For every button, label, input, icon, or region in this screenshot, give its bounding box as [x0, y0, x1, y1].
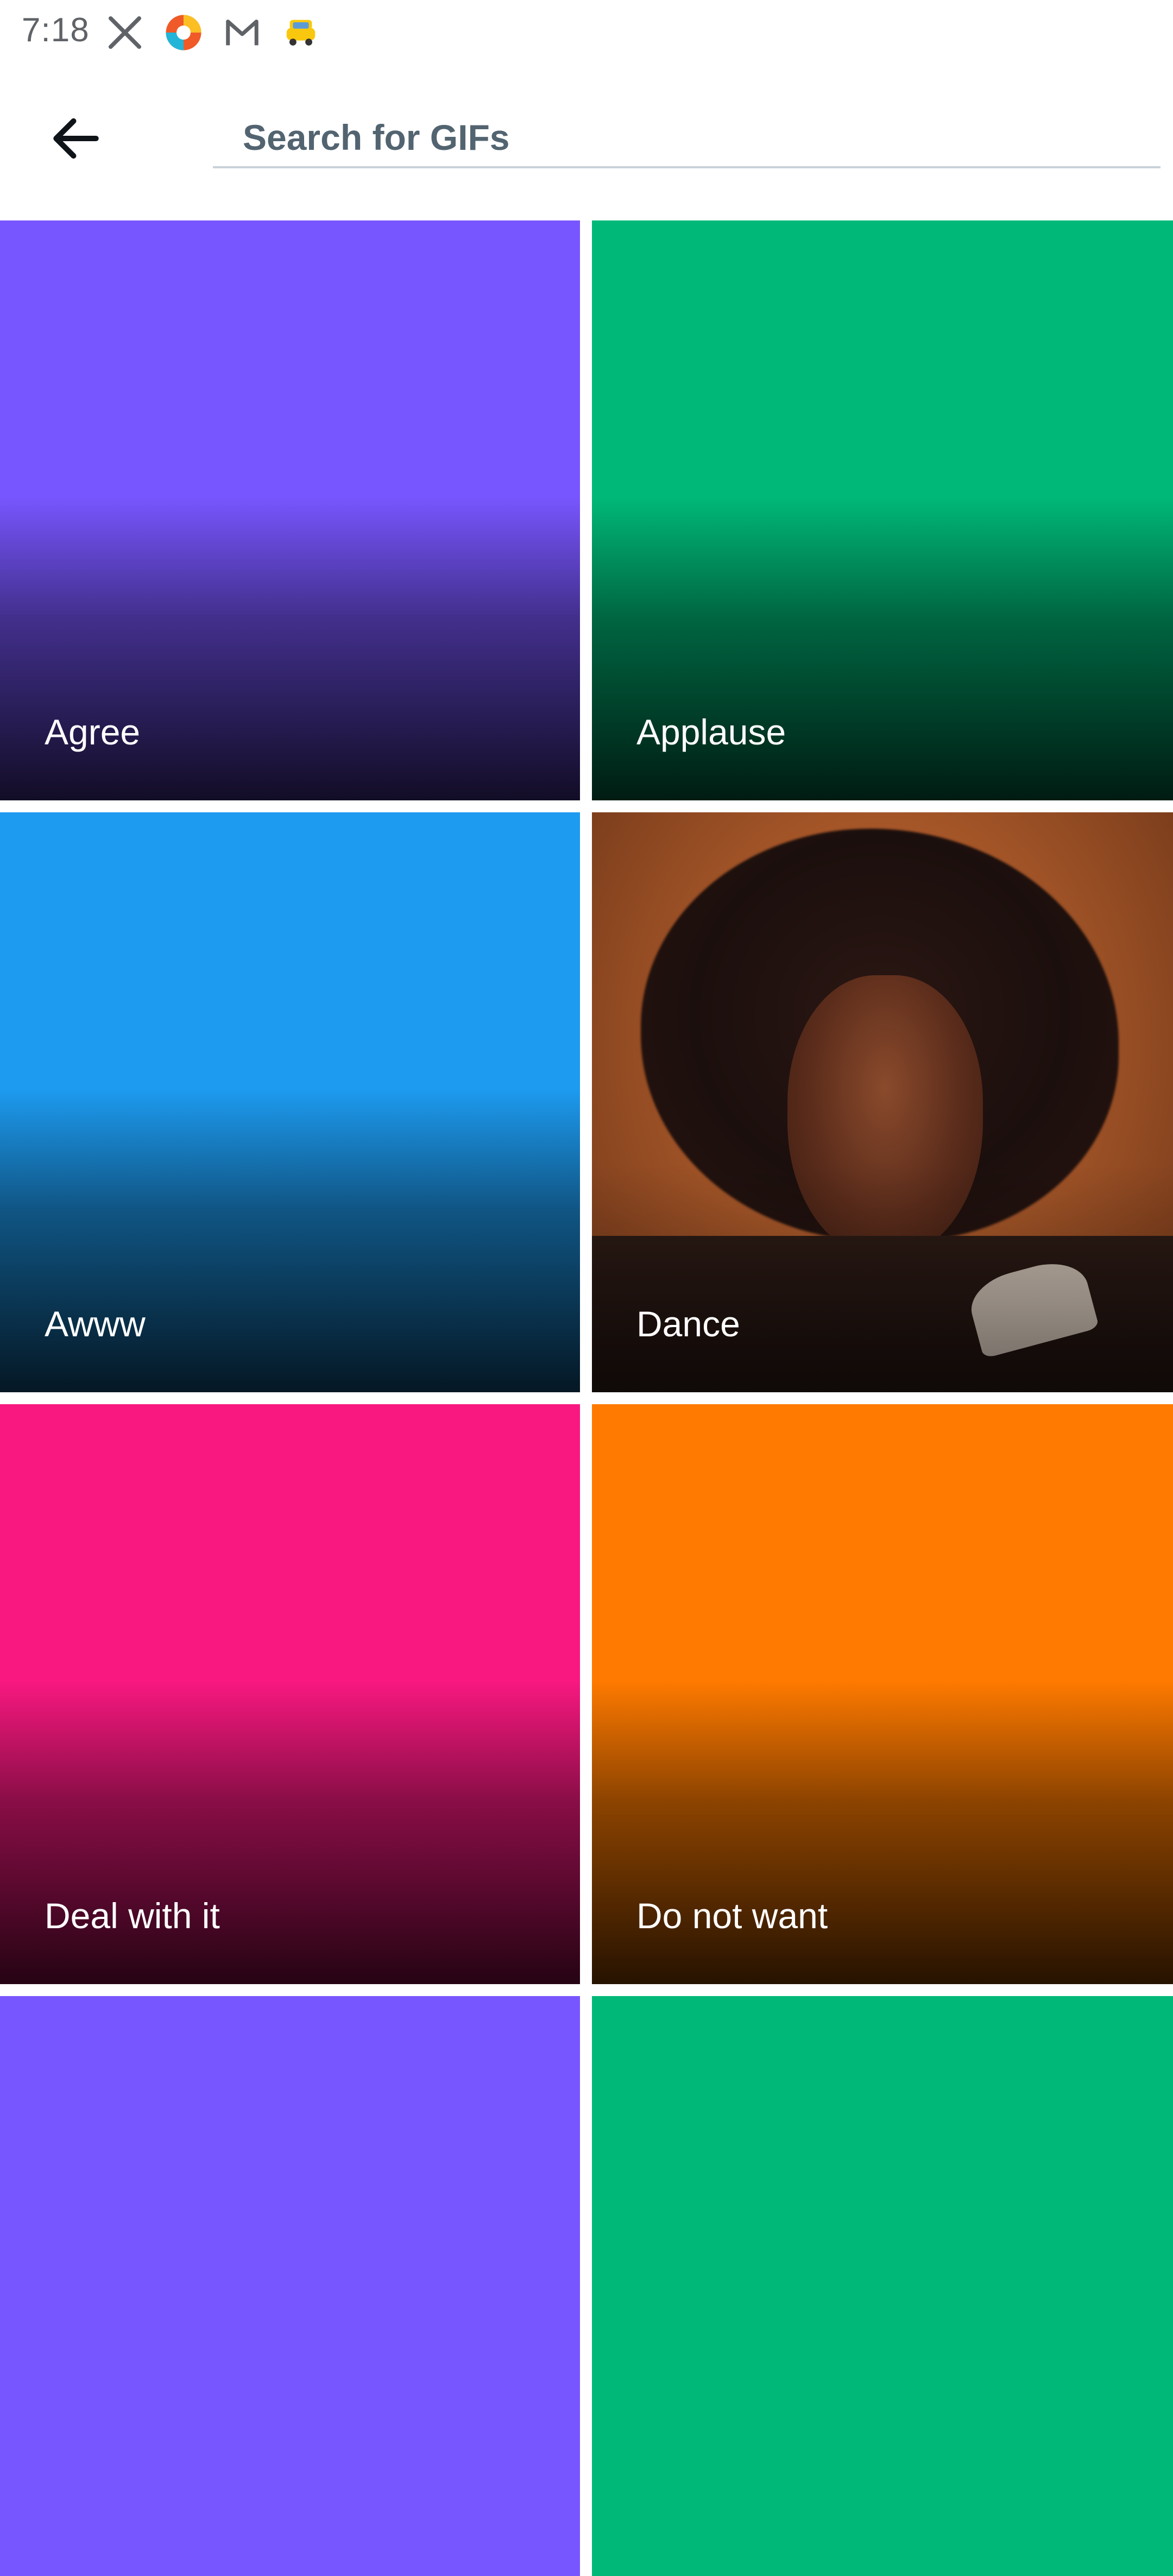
category-label: Awww	[45, 1304, 146, 1344]
search-input[interactable]	[213, 109, 1161, 168]
category-tile-do-not-want[interactable]: Do not want	[592, 1404, 1173, 1984]
category-tile-awww[interactable]: Awww	[0, 812, 580, 1392]
category-label: Agree	[45, 712, 141, 752]
arrow-left-icon	[53, 118, 99, 159]
tile-shade	[0, 1088, 580, 1392]
mail-icon	[220, 11, 264, 54]
tile-shade	[592, 496, 1173, 800]
status-time: 7:18	[22, 11, 90, 49]
category-label: Do not want	[636, 1896, 828, 1936]
category-label: Dance	[636, 1304, 740, 1344]
category-tile-dance[interactable]: Dance	[592, 812, 1173, 1392]
category-tile-deal-with-it[interactable]: Deal with it	[0, 1404, 580, 1984]
status-icons	[103, 11, 323, 54]
search-header	[0, 65, 1173, 220]
category-tile-agree[interactable]: Agree	[0, 220, 580, 800]
tile-shade	[592, 1680, 1173, 1984]
browser-icon	[162, 11, 205, 54]
x-app-icon	[103, 11, 147, 54]
taxi-icon	[279, 11, 323, 54]
category-tile-applause[interactable]: Applause	[592, 220, 1173, 800]
category-label: Deal with it	[45, 1896, 220, 1936]
category-tile-partial[interactable]	[592, 1996, 1173, 2576]
back-button[interactable]	[38, 106, 114, 171]
tile-shade	[0, 1680, 580, 1984]
category-tile-partial[interactable]	[0, 1996, 580, 2576]
tile-shade	[0, 496, 580, 800]
tile-shade	[592, 1164, 1173, 1392]
category-label: Applause	[636, 712, 786, 752]
status-bar: 7:18	[0, 0, 1173, 65]
